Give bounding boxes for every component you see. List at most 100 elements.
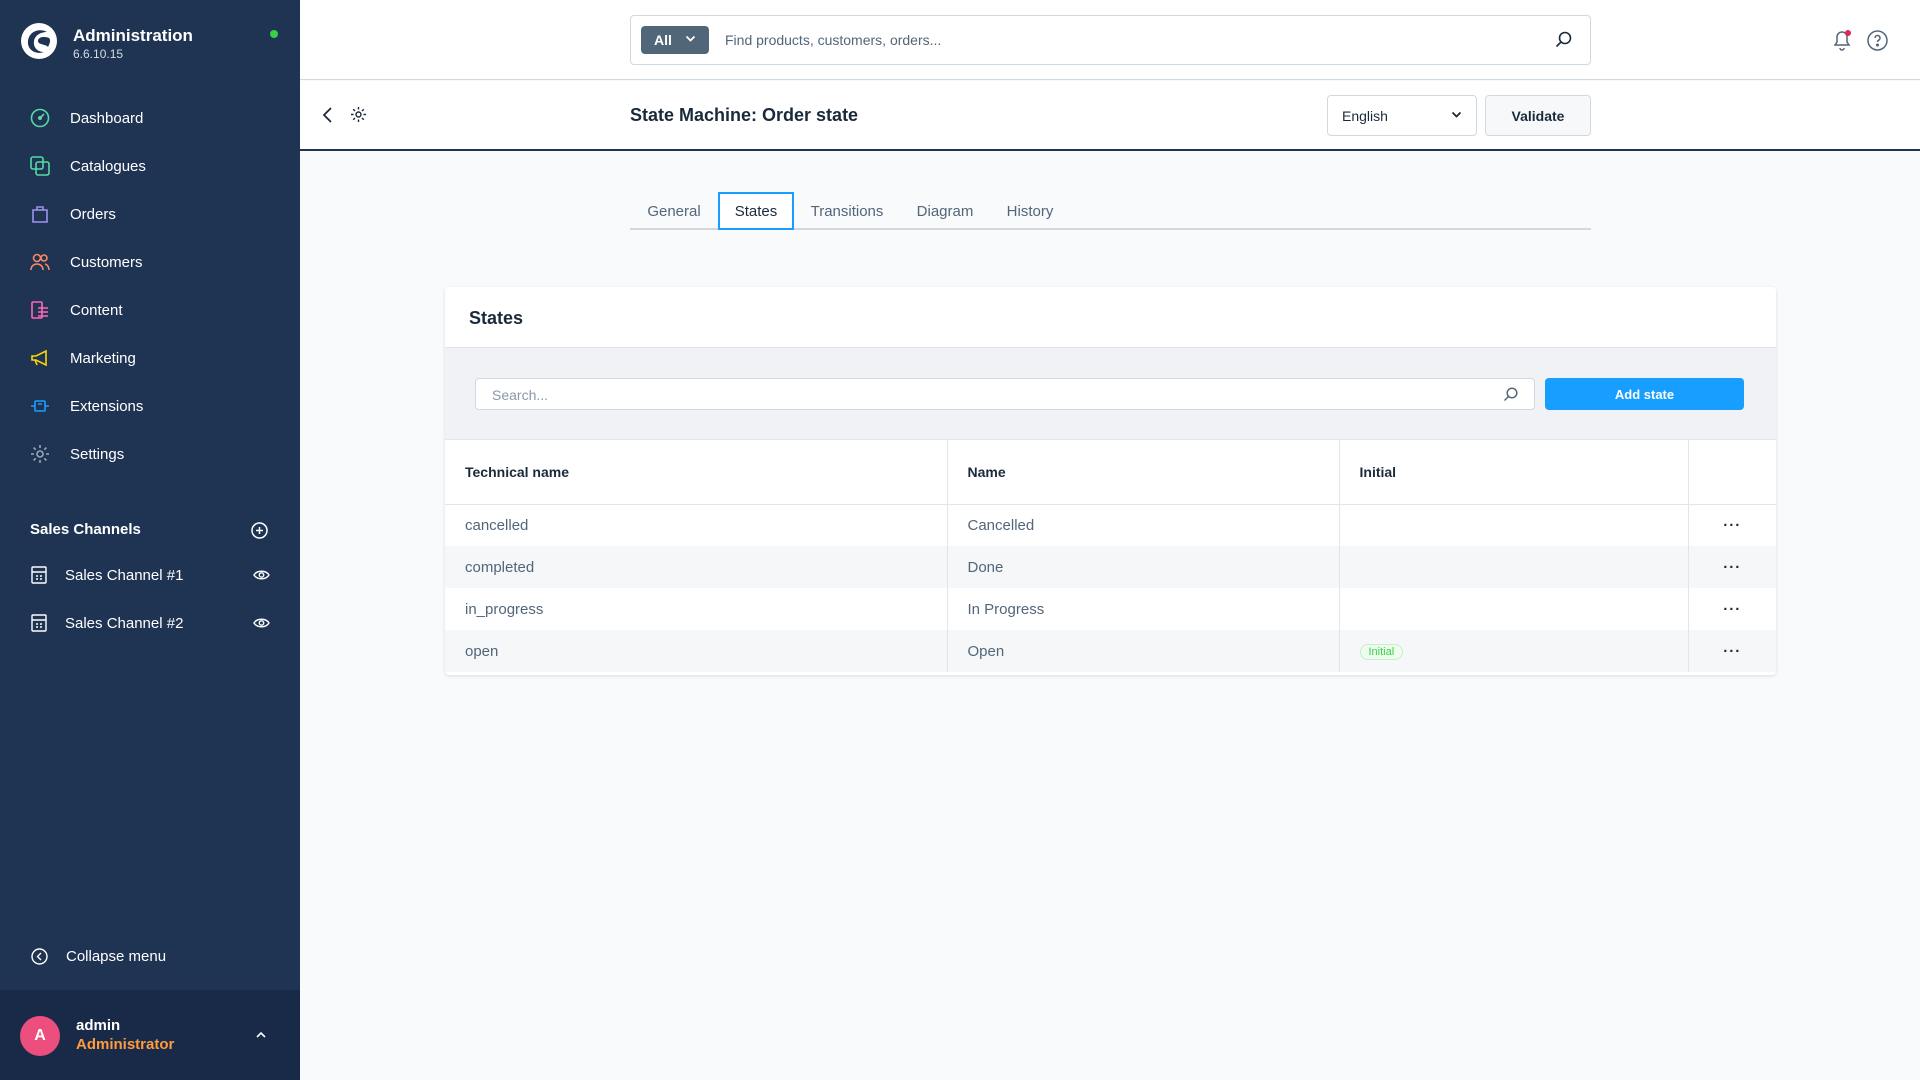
nav-label: Content	[70, 301, 123, 319]
sales-channel-item-2[interactable]: Sales Channel #2	[0, 603, 300, 643]
chevron-left-circle-icon	[31, 948, 48, 965]
nav-item-catalogues[interactable]: Catalogues	[0, 142, 300, 190]
row-actions-button[interactable]: ···	[1688, 504, 1776, 546]
language-select[interactable]: English	[1327, 95, 1477, 136]
states-search	[475, 378, 1535, 410]
search-type-label: All	[654, 32, 672, 48]
nav-label: Extensions	[70, 397, 144, 415]
tab-states[interactable]: States	[718, 192, 794, 230]
top-header: All	[300, 0, 1920, 80]
smart-bar: State Machine: Order state English Valid…	[300, 81, 1920, 151]
cell-initial: Initial	[1339, 630, 1689, 672]
eye-icon[interactable]	[253, 616, 270, 630]
customers-icon	[29, 251, 51, 273]
search-icon[interactable]	[1503, 387, 1518, 402]
nav-item-extensions[interactable]: Extensions	[0, 382, 300, 430]
states-search-input[interactable]	[492, 385, 1472, 405]
nav-item-orders[interactable]: Orders	[0, 190, 300, 238]
tab-transitions[interactable]: Transitions	[794, 192, 900, 230]
help-icon[interactable]	[1867, 30, 1888, 51]
cell-name: Done	[947, 546, 1340, 588]
tab-general[interactable]: General	[630, 192, 718, 230]
sales-channel-item-1[interactable]: Sales Channel #1	[0, 555, 300, 595]
table-header-row: Technical name Name Initial	[445, 440, 1776, 505]
global-search-input[interactable]	[725, 28, 1525, 52]
cell-name: Cancelled	[947, 504, 1340, 546]
storefront-icon	[31, 566, 47, 584]
status-indicator	[270, 30, 278, 38]
tab-diagram[interactable]: Diagram	[900, 192, 990, 230]
table-row: open Open Initial ···	[445, 630, 1776, 672]
chevron-down-icon	[685, 35, 696, 42]
add-sales-channel-icon[interactable]	[251, 522, 268, 539]
nav-label: Marketing	[70, 349, 136, 367]
table-row: completed Done ···	[445, 546, 1776, 588]
page-title: State Machine: Order state	[630, 105, 859, 125]
nav-item-settings[interactable]: Settings	[0, 430, 300, 478]
states-table: Technical name Name Initial cancelled Ca…	[445, 440, 1776, 672]
user-role: Administrator	[76, 1036, 175, 1053]
cell-name: In Progress	[947, 588, 1340, 630]
nav-label: Dashboard	[70, 109, 144, 127]
brand[interactable]: Administration 6.6.10.15	[20, 20, 282, 68]
app-version: 6.6.10.15	[73, 47, 124, 61]
avatar: A	[20, 1016, 60, 1056]
global-search: All	[630, 15, 1591, 65]
shopware-logo-icon	[21, 23, 57, 59]
nav-label: Customers	[70, 253, 143, 271]
cell-name: Open	[947, 630, 1340, 672]
nav-item-marketing[interactable]: Marketing	[0, 334, 300, 382]
gear-icon[interactable]	[350, 106, 367, 123]
sales-channels-title: Sales Channels	[30, 521, 141, 538]
content-icon	[29, 299, 51, 321]
column-header-actions	[1688, 440, 1776, 505]
column-header-technical-name[interactable]: Technical name	[445, 440, 948, 505]
column-header-initial[interactable]: Initial	[1339, 440, 1689, 505]
tabs: General States Transitions Diagram Histo…	[630, 190, 1591, 230]
nav-item-dashboard[interactable]: Dashboard	[0, 94, 300, 142]
cell-technical-name: cancelled	[445, 504, 948, 546]
user-profile[interactable]: A admin Administrator	[0, 990, 300, 1080]
back-arrow-icon[interactable]	[321, 106, 335, 124]
orders-icon	[29, 203, 51, 225]
cell-technical-name: open	[445, 630, 948, 672]
row-actions-button[interactable]: ···	[1688, 630, 1776, 672]
catalogues-icon	[29, 155, 51, 177]
row-actions-button[interactable]: ···	[1688, 546, 1776, 588]
sidebar: Administration 6.6.10.15 Dashboard Catal…	[0, 0, 300, 1080]
dashboard-icon	[29, 107, 51, 129]
marketing-icon	[29, 347, 51, 369]
storefront-icon	[31, 614, 47, 632]
add-state-button[interactable]: Add state	[1545, 378, 1744, 410]
collapse-menu-label: Collapse menu	[66, 948, 167, 965]
nav-item-content[interactable]: Content	[0, 286, 300, 334]
cell-initial	[1339, 588, 1689, 630]
extensions-icon	[29, 395, 51, 417]
user-name: admin	[76, 1017, 121, 1034]
chevron-up-icon[interactable]	[255, 1030, 267, 1040]
notifications-bell-icon[interactable]	[1831, 29, 1853, 51]
language-value: English	[1342, 107, 1388, 124]
tab-history[interactable]: History	[990, 192, 1070, 230]
column-header-name[interactable]: Name	[947, 440, 1340, 505]
validate-button[interactable]: Validate	[1485, 95, 1591, 136]
nav-item-customers[interactable]: Customers	[0, 238, 300, 286]
card-toolbar: Add state	[445, 348, 1776, 440]
cell-technical-name: in_progress	[445, 588, 948, 630]
main-navigation: Dashboard Catalogues Orders Customers Co…	[0, 94, 300, 478]
sales-channel-label: Sales Channel #2	[65, 614, 184, 632]
search-icon[interactable]	[1555, 31, 1572, 48]
row-actions-button[interactable]: ···	[1688, 588, 1776, 630]
cell-initial	[1339, 504, 1689, 546]
states-card: States Add state Technical name Name Ini…	[445, 287, 1776, 675]
card-header: States	[445, 287, 1776, 348]
initial-badge: Initial	[1359, 644, 1404, 660]
card-title: States	[469, 308, 524, 328]
app-title: Administration	[73, 26, 193, 45]
settings-icon	[29, 443, 51, 465]
eye-icon[interactable]	[253, 568, 270, 582]
search-type-select[interactable]: All	[641, 26, 709, 54]
table-row: cancelled Cancelled ···	[445, 504, 1776, 546]
collapse-menu-button[interactable]: Collapse menu	[31, 948, 166, 965]
nav-label: Catalogues	[70, 157, 146, 175]
